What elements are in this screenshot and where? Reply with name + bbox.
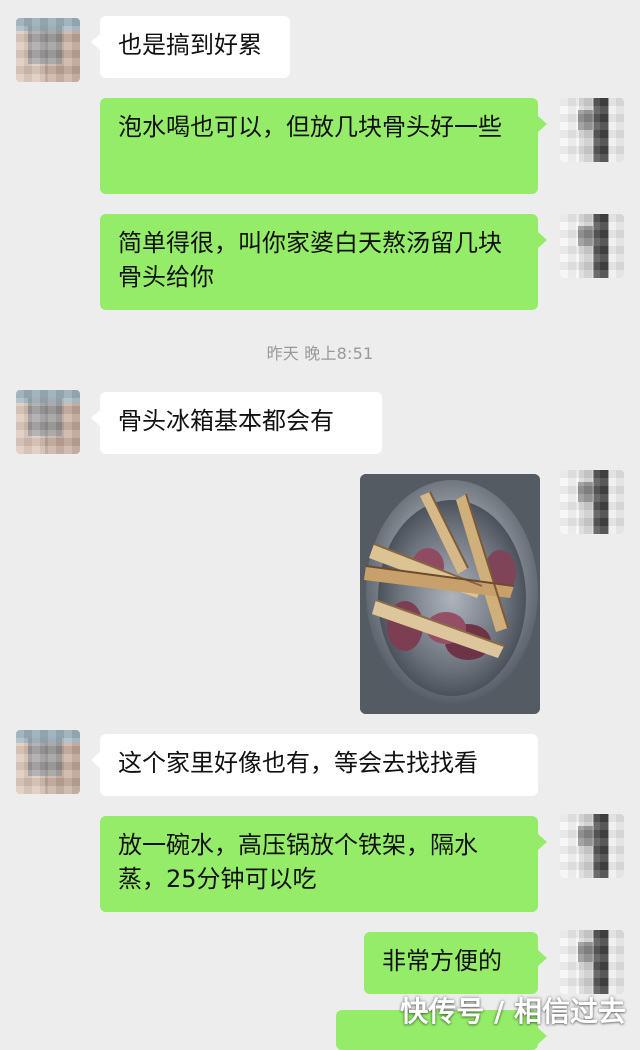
message-text: 简单得很，叫你家婆白天熬汤留几块骨头给你 [118, 229, 502, 291]
right-avatar[interactable] [560, 814, 624, 878]
message-bubble-left-2[interactable]: 骨头冰箱基本都会有 [91, 392, 382, 454]
watermark-text: 快传号 / 相信过去 [400, 995, 626, 1028]
shared-photo[interactable] [360, 474, 540, 714]
left-avatar[interactable] [16, 390, 80, 454]
chat-thread: 也是搞到好累 泡水喝也可以，但放几块骨头好一些 简单得很，叫你家婆白天熬汤留几块… [0, 0, 640, 1050]
message-text: 泡水喝也可以，但放几块骨头好一些 [118, 113, 502, 141]
left-avatar[interactable] [16, 18, 80, 82]
message-bubble-left-1[interactable]: 也是搞到好累 [91, 16, 290, 78]
message-bubble-left-3[interactable]: 这个家里好像也有，等会去找找看 [91, 734, 538, 796]
right-avatar[interactable] [560, 470, 624, 534]
food-photo-image [360, 474, 540, 714]
message-text: 这个家里好像也有，等会去找找看 [118, 749, 478, 777]
message-bubble-right-4[interactable]: 非常方便的 [364, 932, 547, 994]
message-timestamp: 昨天 晚上8:51 [266, 344, 374, 363]
message-bubble-right-2[interactable]: 简单得很，叫你家婆白天熬汤留几块骨头给你 [100, 214, 547, 310]
message-text: 放一碗水，高压锅放个铁架，隔水蒸，25分钟可以吃 [118, 831, 478, 893]
message-text: 也是搞到好累 [118, 31, 262, 59]
left-avatar[interactable] [16, 730, 80, 794]
message-bubble-right-1[interactable]: 泡水喝也可以，但放几块骨头好一些 [100, 98, 547, 194]
right-avatar[interactable] [560, 214, 624, 278]
message-bubble-right-3[interactable]: 放一碗水，高压锅放个铁架，隔水蒸，25分钟可以吃 [100, 816, 547, 912]
message-text: 非常方便的 [382, 947, 502, 975]
right-avatar[interactable] [560, 930, 624, 994]
message-text: 骨头冰箱基本都会有 [118, 407, 334, 435]
right-avatar[interactable] [560, 98, 624, 162]
